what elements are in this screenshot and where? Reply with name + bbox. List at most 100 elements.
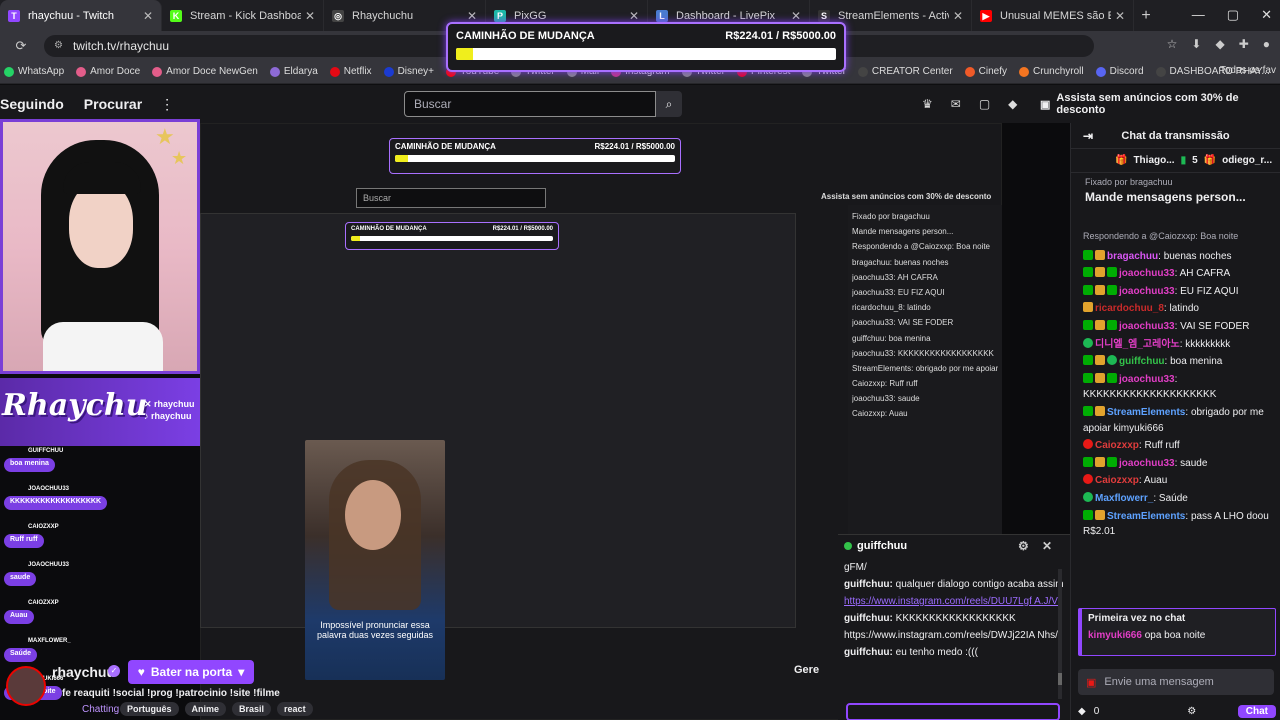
rewards-icon[interactable]: ▣ (1086, 676, 1096, 689)
tab-favicon-icon: ▶ (980, 9, 992, 22)
streamer-name[interactable]: rhaychuu (52, 664, 115, 680)
chat-username[interactable]: joaochuu33 (1119, 268, 1175, 279)
gear-icon[interactable]: ⚙ (1018, 539, 1029, 553)
gifter-name[interactable]: Thiago... (1133, 155, 1174, 166)
first-time-user[interactable]: kimyuki666 (1088, 630, 1142, 641)
overlay-chat-message: KKKKKKKKKKKKKKKKKK (4, 496, 107, 510)
nav-browse[interactable]: Procurar (84, 96, 142, 112)
browser-tab[interactable]: K Stream - Kick Dashboard ✕ (162, 0, 324, 31)
streamer-avatar[interactable] (6, 666, 46, 706)
chat-send-button[interactable]: Chat (1237, 704, 1276, 718)
chat-message: joaochuu33: KKKKKKKKKKKKKKKKKKKK (1083, 372, 1217, 401)
popout-line-user[interactable]: guiffchuu: (844, 579, 893, 590)
chat-username[interactable]: joaochuu33 (1119, 458, 1175, 469)
channel-points-icon[interactable]: ◆ (1078, 706, 1086, 717)
tab-close-icon[interactable]: ✕ (143, 9, 153, 23)
tab-close-icon[interactable]: ✕ (467, 9, 477, 23)
verified-icon: ✓ (108, 665, 120, 677)
bookmark-item[interactable]: Amor Doce NewGen (152, 66, 258, 77)
bookmark-item[interactable]: Disney+ (383, 66, 434, 77)
tab-close-icon[interactable]: ✕ (305, 9, 315, 23)
stream-tag[interactable]: react (277, 702, 313, 716)
new-tab-button[interactable]: + (1134, 7, 1158, 25)
tab-close-icon[interactable]: ✕ (629, 9, 639, 23)
chat-username[interactable]: Caiozxxp (1095, 440, 1139, 451)
gifter-count: 5 (1192, 155, 1198, 166)
bookmark-item[interactable]: Cinefy (964, 66, 1007, 77)
chat-settings-icon[interactable]: ⚙ (1187, 706, 1196, 717)
stream-tag[interactable]: Anime (184, 702, 227, 716)
collapse-chat-icon[interactable]: ⇥ (1083, 129, 1093, 143)
close-icon[interactable]: ✕ (1042, 539, 1052, 553)
overlay-chat-user: CAIOZXXP (28, 600, 59, 606)
chat-username[interactable]: StreamElements (1107, 511, 1185, 522)
follow-button[interactable]: ♥ Bater na porta ▾ (128, 660, 254, 684)
chat-badge-icon (1095, 372, 1105, 383)
popout-line-user[interactable]: guiffchuu: (844, 647, 893, 658)
bits-icon[interactable]: ◆ (1008, 97, 1017, 111)
chat-username[interactable]: joaochuu33 (1119, 374, 1175, 385)
chat-username[interactable]: Caiozxxp (1095, 475, 1139, 486)
stream-tag[interactable]: Brasil (232, 702, 272, 716)
chat-text: Ruff ruff (1144, 440, 1180, 452)
nav-following[interactable]: Seguindo (0, 96, 64, 112)
browser-tab[interactable]: ▶ Unusual MEMES são ESTRANHOS ✕ (972, 0, 1134, 31)
popout-line-text[interactable]: https://www.instagram.com/reels/DUU7Lgf … (844, 596, 1061, 607)
bookmark-item[interactable]: Amor Doce (76, 66, 140, 77)
crown-icon[interactable]: ♛ (922, 97, 933, 111)
popout-input[interactable] (846, 703, 1060, 720)
extension-icon[interactable]: ◆ (1215, 37, 1224, 51)
user-card-popout: guiffchuu ⚙ ✕ gFM/guiffchuu: qualquer di… (838, 534, 1070, 720)
popout-line-user[interactable]: guiffchuu: (844, 613, 893, 624)
search-input[interactable]: Buscar (404, 91, 656, 117)
bookmark-label: Amor Doce NewGen (166, 66, 258, 77)
inbox-icon[interactable]: ✉ (951, 97, 961, 111)
stream-category[interactable]: Chatting (82, 704, 119, 715)
bookmark-label: Eldarya (283, 66, 318, 77)
chat-username[interactable]: joaochuu33 (1119, 286, 1175, 297)
all-bookmarks[interactable]: Todos os fav (1220, 65, 1276, 76)
bookmark-item[interactable]: Crunchyroll (1019, 66, 1084, 77)
download-icon[interactable]: ⬇ (1191, 37, 1201, 51)
bookmark-star-icon[interactable]: ☆ (1167, 37, 1178, 51)
maximize-icon[interactable]: ▢ (1227, 7, 1239, 23)
bookmark-item[interactable]: Discord (1095, 66, 1144, 77)
chat-username[interactable]: guiffchuu (1119, 356, 1165, 367)
chat-badge-icon (1083, 456, 1093, 467)
pinned-message[interactable]: Fixado por bragachuu Mande mensagens per… (1071, 173, 1280, 208)
overlay-chat-user: GUIFFCHUU (28, 448, 64, 454)
captured-goal-2-fill (351, 236, 361, 241)
bookmark-item[interactable]: CREATOR Center (857, 66, 953, 77)
whispers-icon[interactable]: ▢ (979, 97, 990, 111)
profile-icon[interactable]: ● (1263, 37, 1270, 51)
ad-free-button[interactable]: ▣ Assista sem anúncios com 30% de descon… (1034, 92, 1280, 116)
tab-close-icon[interactable]: ✕ (1115, 9, 1125, 23)
popout-line-text: https://www.instagram.com/reels/DWJj22IA… (844, 630, 1058, 641)
tab-close-icon[interactable]: ✕ (953, 9, 963, 23)
browser-tab[interactable]: Trhaychuu - Twitch ✕ (0, 0, 162, 31)
more-icon[interactable]: ⋮ (160, 96, 174, 113)
bookmark-item[interactable]: Eldarya (269, 66, 318, 77)
close-window-icon[interactable]: ✕ (1261, 7, 1272, 23)
chat-username[interactable]: ricardochuu_8 (1095, 303, 1164, 314)
reload-icon[interactable]: ⟳ (10, 38, 32, 54)
gere-button[interactable]: Gere (794, 664, 819, 676)
search-icon[interactable]: ⌕ (656, 91, 682, 117)
minimize-icon[interactable]: — (1192, 7, 1205, 23)
bookmark-item[interactable]: WhatsApp (4, 66, 64, 77)
chat-username[interactable]: Maxflowerr_ (1095, 493, 1153, 504)
popout-scrollbar[interactable] (1058, 569, 1062, 699)
chat-username[interactable]: StreamElements (1107, 407, 1185, 418)
chat-username[interactable]: 디니엘_엠_고레아노 (1095, 339, 1180, 350)
chat-username[interactable]: joaochuu33 (1119, 321, 1175, 332)
stream-tag[interactable]: Português (120, 702, 179, 716)
tab-close-icon[interactable]: ✕ (791, 9, 801, 23)
chat-badge-icon (1095, 284, 1105, 295)
bookmark-item[interactable]: Netflix (329, 66, 372, 77)
puzzle-icon[interactable]: ✚ (1239, 37, 1249, 51)
nav-icons: ♛ ✉ ▢ ◆ (922, 97, 1017, 111)
gifter-name[interactable]: odiego_r... (1222, 155, 1272, 166)
site-info-icon[interactable]: ⚙ (54, 40, 63, 51)
chat-input[interactable]: ▣ Envie uma mensagem (1078, 669, 1274, 695)
chat-username[interactable]: bragachuu (1107, 251, 1158, 262)
